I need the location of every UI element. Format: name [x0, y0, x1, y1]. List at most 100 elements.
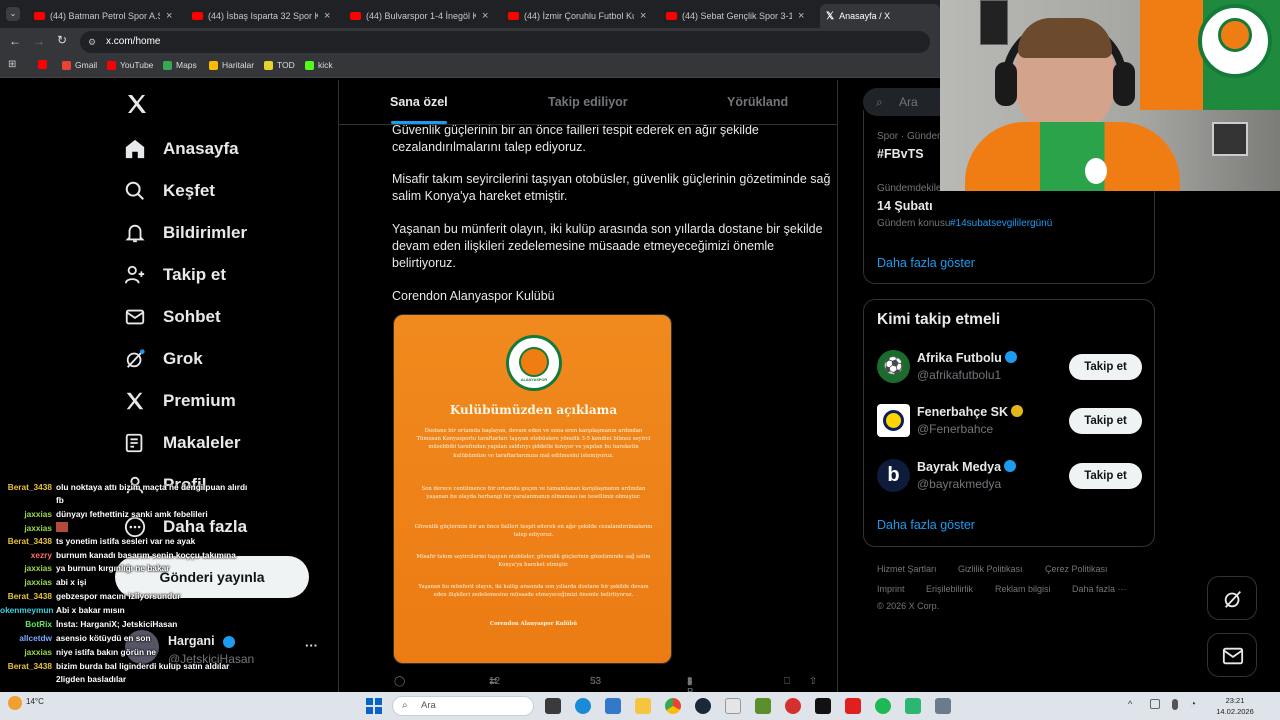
browser-tab[interactable]: (44) İzmir Çoruhlu Futbol Kulüb× [502, 4, 652, 28]
bookmark-haritalar[interactable]: Haritalar [209, 60, 254, 70]
trend-hashtag-link[interactable]: #14subatsevgililergünü [950, 218, 1052, 229]
user-name[interactable]: Fenerbahçe SK [917, 405, 1024, 419]
post-image[interactable]: ALANYASPOR Kulübümüzden açıklama Dostane… [393, 314, 672, 664]
user-handle: @bayrakmedya [917, 477, 1002, 491]
x-logo-icon[interactable] [125, 92, 149, 116]
network-icon[interactable] [1150, 699, 1160, 709]
bookmark-gmail[interactable]: Gmail [62, 60, 97, 70]
bookmark-maps[interactable]: Maps [163, 60, 197, 70]
avatar-bayrak-medya[interactable]: b [877, 459, 910, 492]
edge-icon[interactable] [575, 698, 591, 714]
app-icon[interactable] [815, 698, 831, 714]
footer-link[interactable]: Hizmet Şartları [877, 564, 937, 574]
mic-icon[interactable] [1172, 699, 1178, 710]
chat-message: okenmeymun Abi x bakar mısın [0, 605, 125, 615]
streamer-hair [1018, 18, 1112, 58]
store-icon[interactable] [605, 698, 621, 714]
nav-follow[interactable]: Takip et [124, 264, 226, 286]
nav-premium[interactable]: Premium [124, 390, 236, 412]
close-tab-icon[interactable]: × [324, 10, 330, 22]
follow-button[interactable]: Takip et [1069, 408, 1142, 434]
app-icon[interactable] [935, 698, 951, 714]
youtube-icon [192, 12, 203, 20]
tray-chevron-icon[interactable]: ^ [1128, 699, 1132, 709]
nav-articles[interactable]: Makaleler [124, 432, 241, 454]
bookmark-tod[interactable]: TOD [264, 60, 295, 70]
weather-widget[interactable]: 14°C [8, 694, 88, 718]
system-clock[interactable]: 23:21 14.02.2026 [1210, 695, 1260, 717]
messages-fab-button[interactable] [1207, 633, 1257, 677]
show-more-trends-link[interactable]: Daha fazla göster [877, 256, 975, 270]
share-icon[interactable]: ⇧ [809, 676, 817, 687]
grok-fab-button[interactable] [1207, 576, 1257, 620]
footer-link[interactable]: Gizlilik Politikası [958, 564, 1023, 574]
search-icon: ⌕ [402, 700, 408, 711]
reply-icon[interactable]: ◯ [394, 676, 405, 687]
close-tab-icon[interactable]: × [482, 10, 488, 22]
footer-link[interactable]: Daha fazla ··· [1072, 584, 1127, 594]
main-feed: Güvenlik güçlerinin bir an önce failleri… [338, 80, 838, 692]
nav-chat[interactable]: Sohbet [124, 306, 221, 328]
bookmark-youtube-app[interactable] [38, 60, 51, 69]
app-icon[interactable] [725, 698, 741, 714]
footer-link[interactable]: Erişilebilirlik [926, 584, 973, 594]
browser-tab[interactable]: (44) Bulvarspor 1-4 İnegöl Kafka× [344, 4, 494, 28]
steam-icon[interactable] [695, 698, 711, 714]
image-paragraph: Son derece centilmence bir ortamda geçen… [421, 486, 646, 501]
nav-grok[interactable]: Grok [124, 348, 203, 370]
browser-tab[interactable]: (44) Sebat Gençlik Spor 3-1 Gir× [660, 4, 816, 28]
app-icon[interactable] [905, 698, 921, 714]
tab-yorukland[interactable]: Yörükland [727, 95, 788, 109]
close-tab-icon[interactable]: × [798, 10, 804, 22]
wifi-icon[interactable]: ◔ [1190, 699, 1196, 710]
taskview-icon[interactable] [545, 698, 561, 714]
follow-button[interactable]: Takip et [1069, 354, 1142, 380]
windows-start-icon[interactable] [366, 698, 382, 714]
nav-notifications[interactable]: Bildirimler [124, 222, 247, 244]
nav-home[interactable]: Anasayfa [124, 138, 239, 160]
spotify-icon[interactable] [875, 698, 891, 714]
tab-search-chevron-icon[interactable]: ⌄ [6, 7, 20, 21]
browser-tab[interactable]: (44) İsbaş Isparta 32 Spor Kulüb× [186, 4, 336, 28]
explorer-icon[interactable] [635, 698, 651, 714]
close-tab-icon[interactable]: × [166, 10, 172, 22]
user-name[interactable]: Bayrak Medya [917, 460, 1017, 474]
image-paragraph: Misafir takım seyircilerini taşıyan otob… [416, 554, 651, 569]
chat-message: Berat_3438 olu noktaya attı bizim maçta n… [7, 482, 248, 492]
close-tab-icon[interactable]: × [640, 10, 646, 22]
forward-icon[interactable]: → [33, 34, 45, 48]
footer-link[interactable]: Imprint [877, 584, 905, 594]
image-paragraph: Yaşanan bu münferit olayın, iki kulüp ar… [418, 584, 649, 599]
apps-grid-icon[interactable]: ⊞ [8, 59, 16, 70]
chat-message: jaxxias abi x işi [24, 577, 87, 587]
avatar-fenerbahce[interactable] [877, 404, 910, 437]
footer-link[interactable]: Çerez Politikası [1045, 564, 1108, 574]
chat-message: fb [56, 495, 64, 505]
url-field[interactable]: ⚙ x.com/home [80, 31, 930, 53]
footer-link[interactable]: Reklam bilgisi [995, 584, 1051, 594]
user-name[interactable]: Afrika Futbolu [917, 351, 1017, 365]
bookmark-icon[interactable]: ⎕ [784, 676, 790, 687]
avatar-afrika-futbolu[interactable]: ⚽ [877, 350, 910, 383]
browser-tab-active[interactable]: 𝕏 Anasayfa / X [820, 4, 940, 28]
tab-for-you[interactable]: Sana özel [390, 95, 448, 109]
site-info-icon[interactable]: ⚙ [88, 31, 96, 53]
tab-following[interactable]: Takip ediliyor [548, 95, 628, 109]
bookmark-kick[interactable]: kick [305, 60, 333, 70]
follow-button[interactable]: Takip et [1069, 463, 1142, 489]
add-user-icon [124, 265, 145, 284]
minecraft-icon[interactable] [755, 698, 771, 714]
chat-message: jaxxias niye istifa bakın görün ne [24, 647, 157, 657]
browser-tab[interactable]: (44) Batman Petrol Spor A.Ş. 2-× [28, 4, 178, 28]
show-more-follow-link[interactable]: Daha fazla göster [877, 518, 975, 532]
back-icon[interactable]: ← [9, 34, 21, 48]
taskbar-search[interactable]: ⌕ Ara [392, 696, 534, 716]
x-logo-icon [126, 392, 144, 410]
reload-icon[interactable]: ↻ [57, 33, 67, 47]
bookmark-youtube[interactable]: YouTube [107, 60, 153, 70]
app-icon[interactable] [845, 698, 861, 714]
nav-explore[interactable]: Keşfet [124, 180, 215, 202]
more-dots-icon[interactable]: ··· [305, 638, 318, 653]
app-icon[interactable] [785, 698, 801, 714]
chrome-icon[interactable] [665, 698, 681, 714]
